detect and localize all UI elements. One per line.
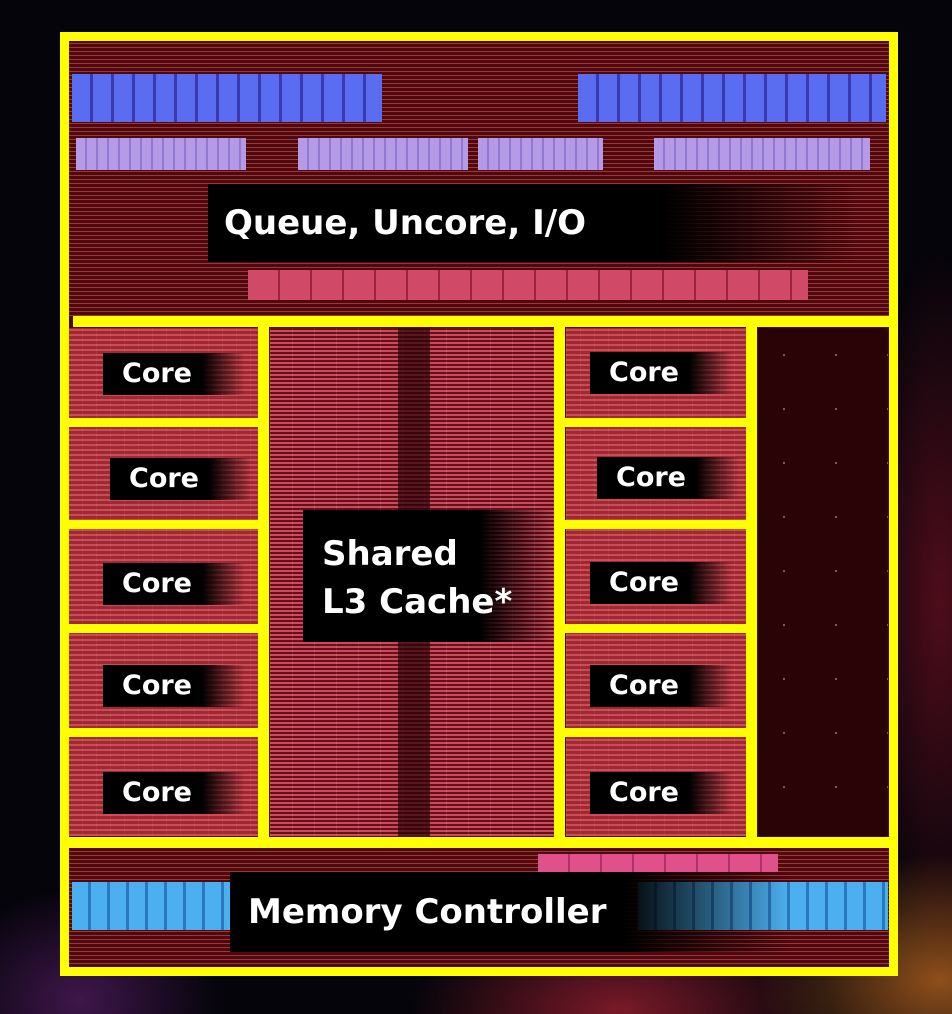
memory-controller-top-stripes [538, 854, 778, 872]
memory-controller-divider [60, 837, 898, 848]
l3-cache-label: Shared L3 Cache* [303, 510, 555, 642]
right-core-divider-1 [565, 418, 747, 427]
right-core-divider-2 [565, 520, 747, 529]
uncore-label: Queue, Uncore, I/O [208, 184, 858, 262]
l3-cache-right-divider [554, 327, 565, 837]
left-core-divider-1 [69, 418, 259, 427]
uncore-blue-block-right [578, 74, 886, 122]
right-core-label-4: Core [590, 665, 732, 707]
die-border-right [889, 32, 898, 976]
memory-controller-label: Memory Controller [230, 872, 790, 952]
right-core-divider-3 [565, 624, 747, 633]
uncore-lavender-strip-2 [298, 138, 468, 170]
left-core-label-3: Core [103, 563, 245, 605]
die-border-top [60, 32, 898, 41]
memory-controller-cyan-block-left [72, 882, 232, 930]
left-core-label-1: Core [103, 353, 245, 395]
cpu-die: Queue, Uncore, I/O Shared L3 Cache* Memo… [60, 32, 898, 976]
left-core-label-2: Core [110, 458, 252, 500]
right-core-column-divider [746, 327, 757, 837]
die-border-bottom [60, 967, 898, 976]
uncore-region [68, 40, 890, 316]
left-core-label-4: Core [103, 665, 245, 707]
left-core-divider-3 [69, 624, 259, 633]
l3-cache-label-line1: Shared [322, 534, 458, 574]
left-core-label-5: Core [103, 772, 245, 814]
right-core-label-5: Core [590, 772, 732, 814]
l3-cache-label-line2: L3 Cache* [322, 582, 513, 622]
uncore-blue-block-left [72, 74, 382, 122]
uncore-lavender-strip-3 [478, 138, 603, 170]
die-border-left [60, 32, 69, 976]
uncore-divider [73, 316, 889, 327]
left-core-column-divider [258, 327, 269, 837]
uncore-bottom-stripes [248, 270, 808, 300]
right-core-divider-4 [565, 728, 747, 737]
right-core-label-2: Core [597, 457, 739, 499]
right-core-label-1: Core [590, 352, 732, 394]
right-core-label-3: Core [590, 562, 732, 604]
uncore-lavender-strip-1 [76, 138, 246, 170]
left-core-divider-2 [69, 520, 259, 529]
unused-die-area [758, 328, 888, 836]
uncore-lavender-strip-4 [654, 138, 870, 170]
left-core-divider-4 [69, 728, 269, 737]
